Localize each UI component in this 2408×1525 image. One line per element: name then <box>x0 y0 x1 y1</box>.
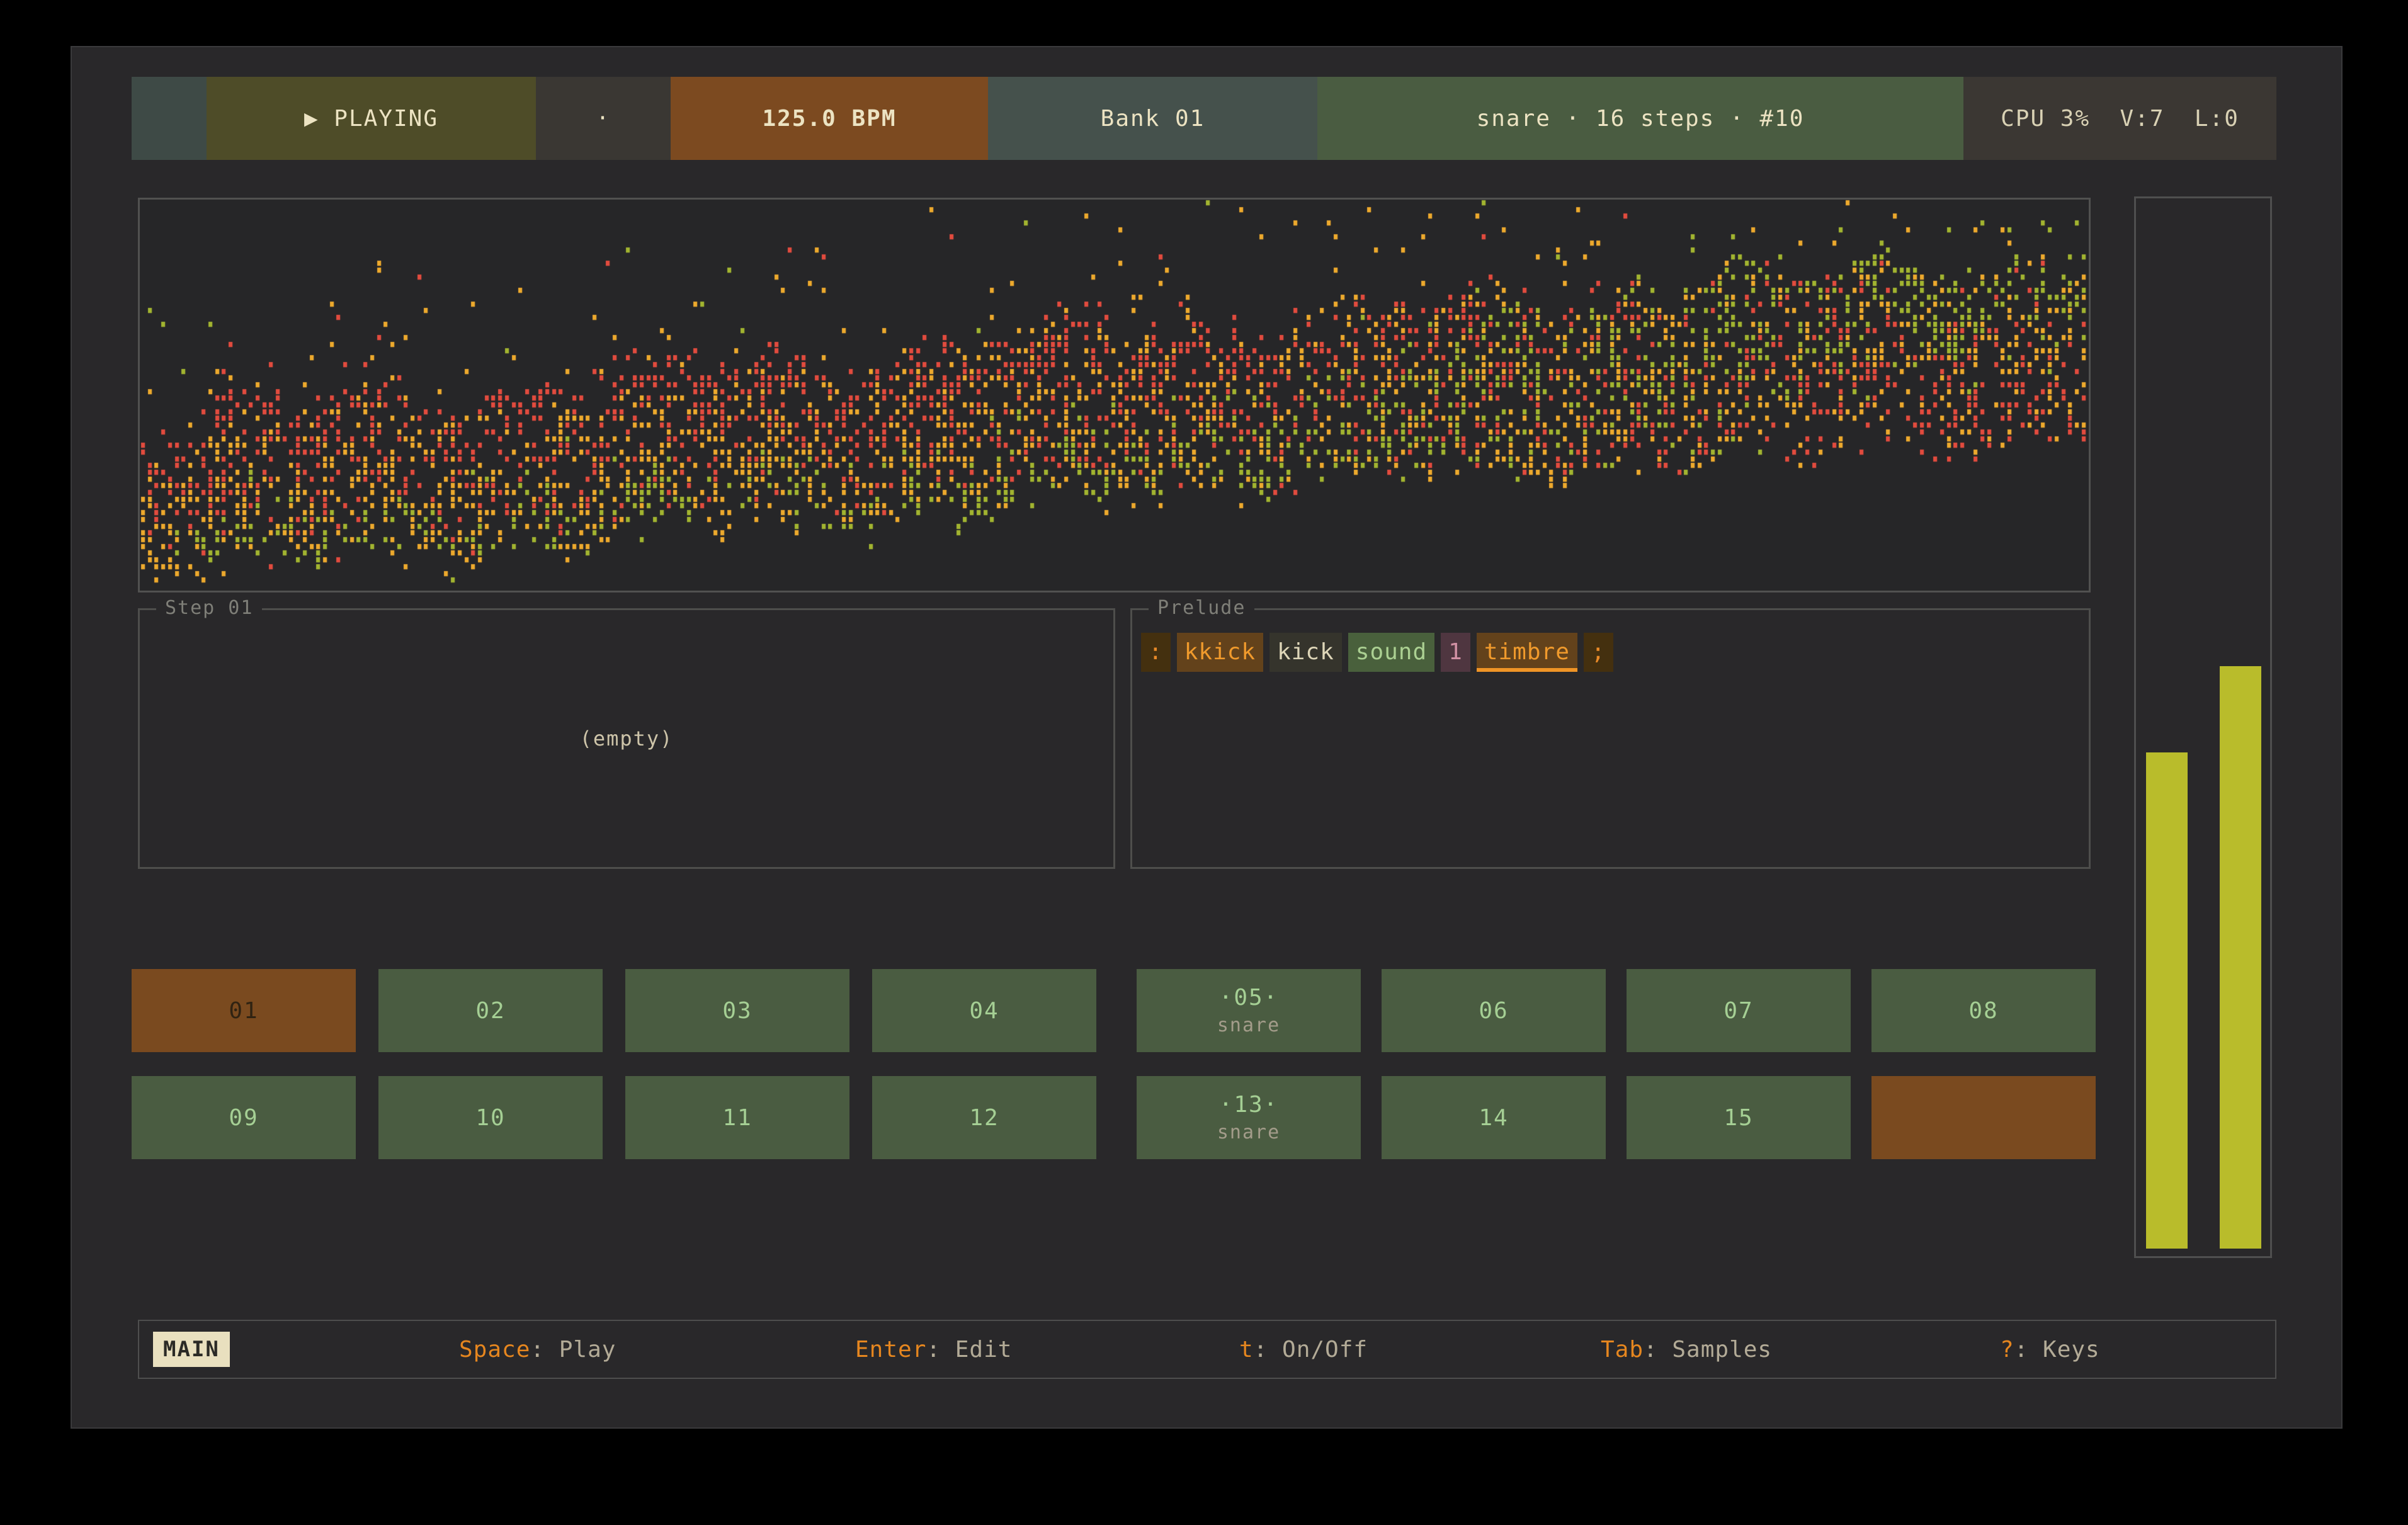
step-number: 09 <box>229 1105 258 1131</box>
step-detail-empty-label: (empty) <box>140 610 1113 867</box>
step-number: 06 <box>1479 998 1508 1024</box>
step-button-10[interactable]: 10 <box>378 1076 603 1159</box>
transport-status[interactable]: ▶ PLAYING <box>207 77 536 160</box>
step-detail-panel: Step 01 (empty) <box>138 608 1115 869</box>
step-number: 14 <box>1479 1105 1508 1131</box>
step-number: 04 <box>969 998 999 1024</box>
step-button-14[interactable]: 14 <box>1382 1076 1606 1159</box>
step-number: 02 <box>475 998 505 1024</box>
hint-edit-key: Enter <box>855 1337 926 1363</box>
code-token-4: 1 <box>1441 633 1470 672</box>
hint-keys-key: ? <box>2000 1337 2014 1363</box>
step-sample-label: snare <box>1217 1121 1280 1143</box>
step-button-07[interactable]: 07 <box>1627 969 1851 1052</box>
hint-play-key: Space <box>459 1337 530 1363</box>
mode-badge: MAIN <box>153 1332 230 1367</box>
top-bar: ▶ PLAYING · 125.0 BPM Bank 01 snare · 16… <box>132 77 2276 160</box>
sequencer-window: ▶ PLAYING · 125.0 BPM Bank 01 snare · 16… <box>71 46 2343 1429</box>
code-token-0: : <box>1141 633 1171 672</box>
bpm-display[interactable]: 125.0 BPM <box>671 77 988 160</box>
metronome-dot: · <box>536 77 671 160</box>
hint-onoff-key: t <box>1239 1337 1254 1363</box>
step-sample-label: snare <box>1217 1014 1280 1036</box>
level-meter-bar-left <box>2146 752 2188 1249</box>
code-token-3: sound <box>1348 633 1434 672</box>
code-token-2: kick <box>1269 633 1342 672</box>
step-number: 11 <box>722 1105 752 1131</box>
hint-onoff: t: On/Off <box>1239 1321 1368 1378</box>
hint-edit: Enter: Edit <box>855 1321 1012 1378</box>
step-number: 03 <box>722 998 752 1024</box>
step-number: 15 <box>1724 1105 1753 1131</box>
step-number: 07 <box>1724 998 1753 1024</box>
hint-play: Space: Play <box>459 1321 616 1378</box>
hint-keys-desc: : Keys <box>2014 1337 2100 1363</box>
step-number: 10 <box>475 1105 505 1131</box>
hint-play-desc: : Play <box>530 1337 616 1363</box>
track-info[interactable]: snare · 16 steps · #10 <box>1317 77 1963 160</box>
step-button-11[interactable]: 11 <box>625 1076 849 1159</box>
step-button-12[interactable]: 12 <box>872 1076 1096 1159</box>
step-button-15[interactable]: 15 <box>1627 1076 1851 1159</box>
pattern-canvas <box>140 200 2089 591</box>
step-number: ·05· <box>1219 985 1279 1011</box>
hint-onoff-desc: : On/Off <box>1254 1337 1368 1363</box>
step-button-05[interactable]: ·05· snare <box>1137 969 1361 1052</box>
level-meter-panel <box>2134 196 2272 1258</box>
top-bar-spacer <box>132 77 207 160</box>
hint-edit-desc: : Edit <box>926 1337 1012 1363</box>
code-token-5: timbre <box>1477 633 1577 672</box>
step-button-01[interactable]: 01 <box>132 969 356 1052</box>
bank-display[interactable]: Bank 01 <box>988 77 1317 160</box>
step-number: 12 <box>969 1105 999 1131</box>
app-screen: ▶ PLAYING · 125.0 BPM Bank 01 snare · 16… <box>0 0 2408 1525</box>
hint-samples-desc: : Samples <box>1644 1337 1772 1363</box>
code-token-6: ; <box>1584 633 1613 672</box>
code-token-1: kkick <box>1177 633 1263 672</box>
prelude-code-line: :kkickkicksound1timbre; <box>1141 633 1613 672</box>
step-number: 08 <box>1968 998 1998 1024</box>
step-button-06[interactable]: 06 <box>1382 969 1606 1052</box>
prelude-panel[interactable]: Prelude :kkickkicksound1timbre; <box>1130 608 2091 869</box>
step-button-04[interactable]: 04 <box>872 969 1096 1052</box>
step-number: 01 <box>229 998 258 1024</box>
hint-samples: Tab: Samples <box>1601 1321 1772 1378</box>
level-meter-bar-right <box>2220 666 2261 1249</box>
step-button-02[interactable]: 02 <box>378 969 603 1052</box>
step-button-03[interactable]: 03 <box>625 969 849 1052</box>
hint-keys: ?: Keys <box>2000 1321 2100 1378</box>
prelude-title: Prelude <box>1149 597 1254 619</box>
pattern-visualization-panel <box>138 198 2091 592</box>
step-button-09[interactable]: 09 <box>132 1076 356 1159</box>
step-button-13[interactable]: ·13· snare <box>1137 1076 1361 1159</box>
step-button-08[interactable]: 08 <box>1871 969 2096 1052</box>
step-button-16[interactable] <box>1871 1076 2096 1159</box>
status-bar: MAIN Space: Play Enter: Edit t: On/Off T… <box>138 1320 2276 1379</box>
step-number: ·13· <box>1219 1092 1279 1118</box>
hint-samples-key: Tab <box>1601 1337 1644 1363</box>
cpu-stats: CPU 3% V:7 L:0 <box>1963 77 2276 160</box>
